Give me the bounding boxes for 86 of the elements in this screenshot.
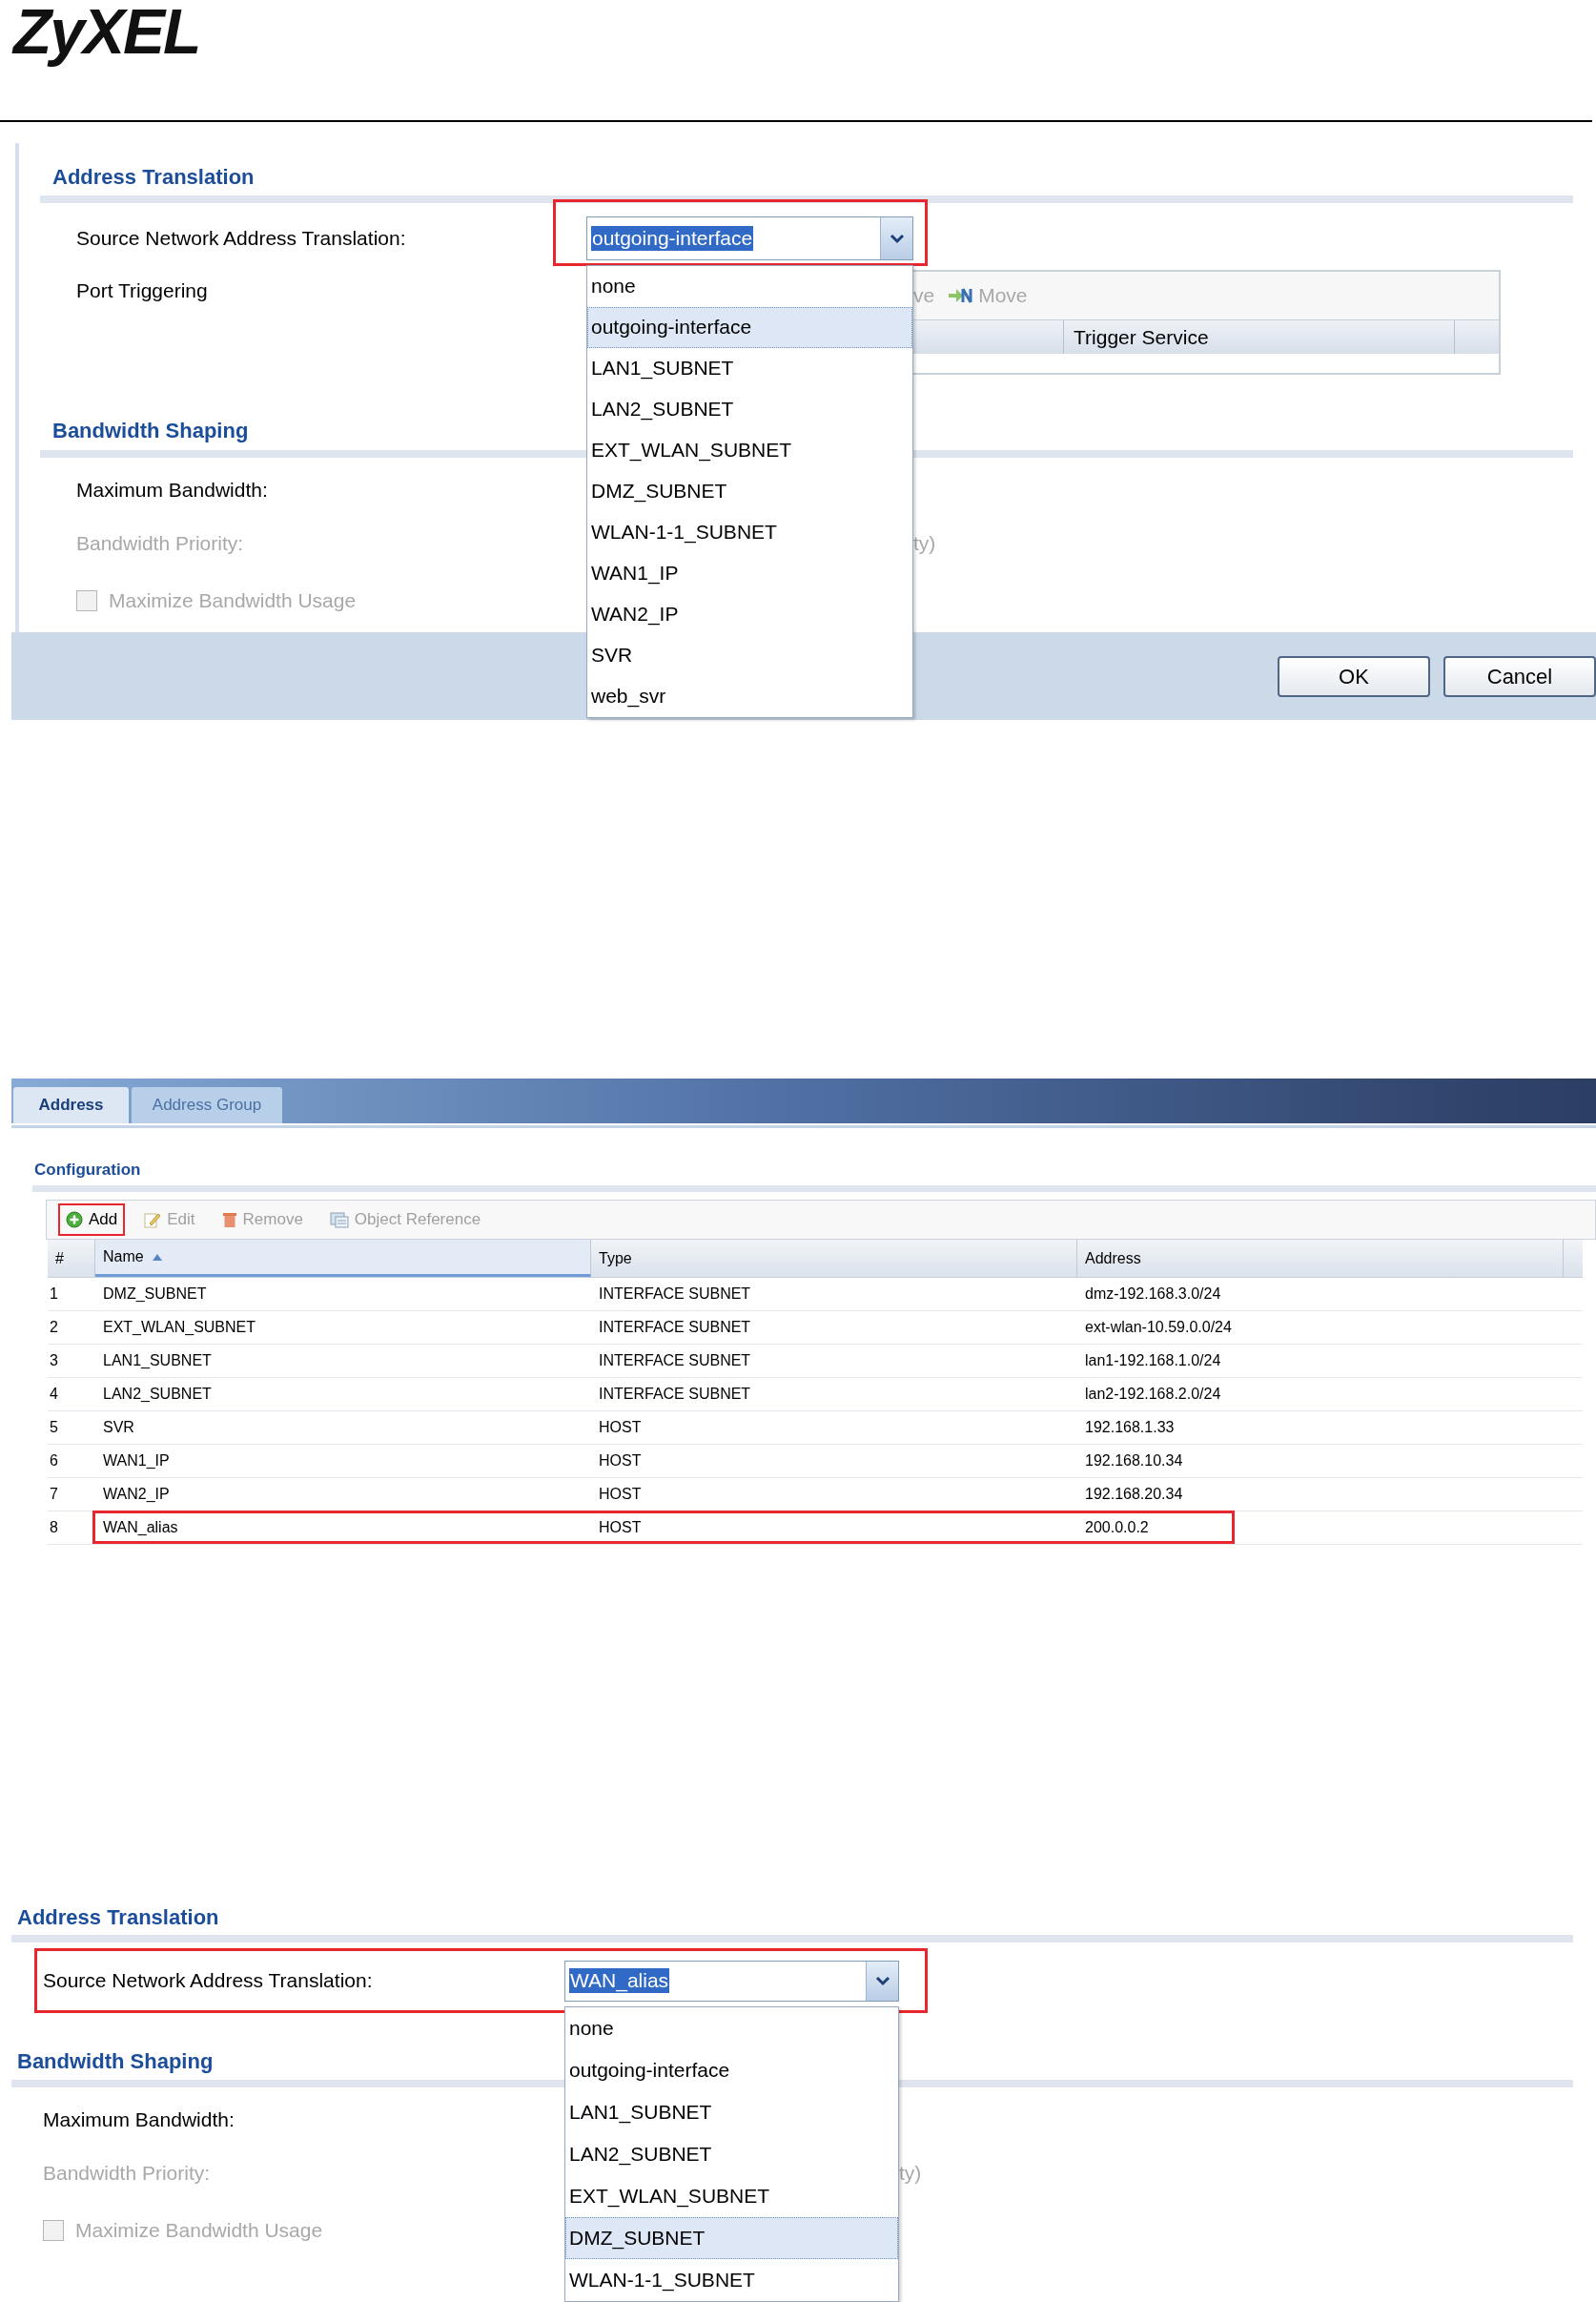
field-label: Port Triggering bbox=[76, 279, 208, 301]
table-cell-text: HOST bbox=[598, 1518, 643, 1537]
toolbar-button[interactable]: Add bbox=[58, 1203, 126, 1236]
select-field[interactable]: outgoing-interface bbox=[586, 216, 913, 260]
dropdown-option[interactable]: outgoing-interface bbox=[565, 2048, 898, 2091]
table-cell-text: HOST bbox=[598, 1485, 643, 1504]
dropdown-option[interactable]: LAN2_SUBNET bbox=[565, 2132, 898, 2175]
table-cell-text: INTERFACE SUBNET bbox=[598, 1318, 752, 1337]
column-header[interactable]: Type bbox=[591, 1240, 1077, 1277]
trash-icon bbox=[221, 1211, 237, 1228]
field-label: Source Network Address Translation: bbox=[76, 226, 406, 249]
dropdown-option[interactable]: outgoing-interface bbox=[587, 306, 912, 348]
chevron-down-icon bbox=[874, 1975, 890, 1986]
table-cell-text: WAN2_IP bbox=[102, 1485, 171, 1504]
move-icon bbox=[948, 286, 973, 305]
table-cell-text: 1 bbox=[49, 1285, 59, 1304]
dropdown-option[interactable]: DMZ_SUBNET bbox=[565, 2216, 898, 2259]
logo: ZyXEL bbox=[13, 0, 200, 67]
toolbar-text: ve bbox=[913, 283, 935, 309]
section-title: Configuration bbox=[34, 1160, 141, 1182]
table-cell-text: 200.0.0.2 bbox=[1084, 1518, 1150, 1537]
column-header[interactable]: Address bbox=[1077, 1240, 1564, 1277]
table-cell-text: 6 bbox=[49, 1451, 59, 1470]
dropdown-option[interactable]: EXT_WLAN_SUBNET bbox=[565, 2174, 898, 2217]
table-cell-text: WAN1_IP bbox=[102, 1451, 171, 1470]
priority-text: ty) bbox=[899, 2161, 922, 2187]
section-title: Bandwidth Shaping bbox=[17, 2047, 214, 2075]
dropdown-option[interactable]: WAN2_IP bbox=[587, 593, 912, 635]
field-label: Bandwidth Priority: bbox=[76, 532, 244, 555]
dropdown-option[interactable]: WLAN-1-1_SUBNET bbox=[565, 2258, 898, 2301]
chevron-down-icon bbox=[889, 232, 905, 244]
table-cell-text: SVR bbox=[102, 1418, 135, 1437]
table-cell-text: INTERFACE SUBNET bbox=[598, 1285, 752, 1304]
sort-up-icon bbox=[151, 1252, 163, 1262]
table-cell-text: HOST bbox=[598, 1418, 643, 1437]
select-field[interactable]: WAN_alias bbox=[564, 1960, 899, 2002]
dropdown-option[interactable]: SVR bbox=[587, 634, 912, 676]
section-title: Address Translation bbox=[52, 163, 255, 191]
table-cell-text: 192.168.20.34 bbox=[1084, 1485, 1184, 1504]
table-cell-text: 4 bbox=[49, 1385, 59, 1404]
dropdown-option[interactable]: none bbox=[587, 265, 912, 307]
dropdown-option[interactable]: EXT_WLAN_SUBNET bbox=[587, 429, 912, 471]
column-header[interactable]: Name bbox=[95, 1240, 591, 1277]
table-cell-text: HOST bbox=[598, 1451, 643, 1470]
table-cell-text: lan1-192.168.1.0/24 bbox=[1084, 1351, 1222, 1370]
tab[interactable]: Address bbox=[13, 1087, 129, 1123]
field-label: Bandwidth Priority: bbox=[43, 2162, 211, 2185]
table-cell-text: 192.168.1.33 bbox=[1084, 1418, 1176, 1437]
table-cell-text: 192.168.10.34 bbox=[1084, 1451, 1184, 1470]
table-cell-text: ext-wlan-10.59.0.0/24 bbox=[1084, 1318, 1233, 1337]
reference-icon bbox=[329, 1211, 349, 1228]
table-cell-text: 5 bbox=[49, 1418, 59, 1437]
checkbox-label: Maximize Bandwidth Usage bbox=[109, 588, 357, 614]
table-cell-text: 8 bbox=[49, 1518, 59, 1537]
dropdown-option[interactable]: LAN1_SUBNET bbox=[565, 2090, 898, 2133]
dropdown-option[interactable]: web_svr bbox=[587, 675, 912, 717]
table-cell-text: LAN2_SUBNET bbox=[102, 1385, 213, 1404]
dialog-button[interactable]: Cancel bbox=[1443, 655, 1596, 697]
table-cell-text: INTERFACE SUBNET bbox=[598, 1385, 752, 1404]
priority-text: ty) bbox=[913, 531, 936, 557]
dropdown-option[interactable]: LAN2_SUBNET bbox=[587, 388, 912, 430]
table-cell-text: WAN_alias bbox=[102, 1518, 179, 1537]
field-label: Maximum Bandwidth: bbox=[43, 2107, 235, 2133]
pencil-icon bbox=[144, 1211, 162, 1228]
plus-icon bbox=[66, 1211, 83, 1228]
table-cell-text: EXT_WLAN_SUBNET bbox=[102, 1318, 257, 1337]
column-header: Trigger Service bbox=[1064, 320, 1455, 354]
table-cell-text: 3 bbox=[49, 1351, 59, 1370]
section-title: Bandwidth Shaping bbox=[52, 417, 249, 444]
dropdown-option[interactable]: WAN1_IP bbox=[587, 552, 912, 594]
dropdown-option[interactable]: LAN1_SUBNET bbox=[587, 347, 912, 389]
table-cell-text: 2 bbox=[49, 1318, 59, 1337]
section-title: Address Translation bbox=[17, 1903, 219, 1931]
table-cell-text: INTERFACE SUBNET bbox=[598, 1351, 752, 1370]
table-cell-text: DMZ_SUBNET bbox=[102, 1285, 208, 1304]
table-cell-text: dmz-192.168.3.0/24 bbox=[1084, 1285, 1222, 1304]
table-cell-text: lan2-192.168.2.0/24 bbox=[1084, 1385, 1222, 1404]
dialog-button[interactable]: OK bbox=[1278, 655, 1430, 697]
dropdown-option[interactable]: WLAN-1-1_SUBNET bbox=[587, 511, 912, 553]
table-cell-text: 7 bbox=[49, 1485, 59, 1504]
dropdown-option[interactable]: DMZ_SUBNET bbox=[587, 470, 912, 512]
dropdown-option[interactable]: none bbox=[565, 2006, 898, 2049]
table-cell-text: LAN1_SUBNET bbox=[102, 1351, 213, 1370]
field-label: Maximum Bandwidth: bbox=[76, 478, 268, 504]
field-label: Source Network Address Translation: bbox=[43, 1969, 373, 1992]
checkbox-label: Maximize Bandwidth Usage bbox=[75, 2218, 323, 2244]
